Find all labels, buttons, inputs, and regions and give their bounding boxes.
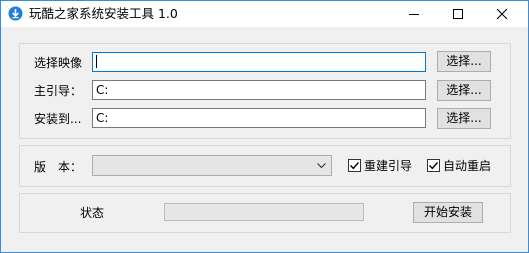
install-progress-bar xyxy=(164,203,364,221)
rebuild-boot-label[interactable]: 重建引导 xyxy=(364,158,412,174)
browse-boot-button[interactable]: 选择... xyxy=(437,80,491,101)
close-button[interactable] xyxy=(480,1,524,27)
maximize-icon xyxy=(453,9,463,19)
installer-window: 玩酷之家系统安装工具 1.0 选择映像 选择... 主引导： C: 选择... … xyxy=(0,0,529,253)
checkmark-icon xyxy=(350,162,360,170)
text-cursor xyxy=(96,55,97,68)
minimize-button[interactable] xyxy=(392,1,436,27)
boot-label: 主引导： xyxy=(34,84,83,98)
minimize-icon xyxy=(409,14,419,15)
auto-restart-checkbox[interactable] xyxy=(427,159,440,172)
maximize-button[interactable] xyxy=(436,1,480,27)
install-label: 安装到... xyxy=(34,112,82,126)
browse-install-button[interactable]: 选择... xyxy=(437,108,491,129)
boot-path-input[interactable]: C: xyxy=(92,80,426,100)
image-label: 选择映像 xyxy=(34,56,83,70)
title-bar[interactable]: 玩酷之家系统安装工具 1.0 xyxy=(1,1,528,27)
install-path-input[interactable]: C: xyxy=(92,108,426,128)
window-title: 玩酷之家系统安装工具 1.0 xyxy=(29,6,178,21)
auto-restart-label[interactable]: 自动重启 xyxy=(443,158,491,174)
chevron-down-icon xyxy=(317,163,326,169)
status-label: 状态 xyxy=(80,206,105,220)
browse-image-button[interactable]: 选择... xyxy=(437,51,491,72)
image-path-input[interactable] xyxy=(92,52,426,72)
rebuild-boot-checkbox[interactable] xyxy=(348,159,361,172)
version-label: 版 本： xyxy=(34,160,83,174)
version-select[interactable] xyxy=(92,155,332,176)
start-install-button[interactable]: 开始安装 xyxy=(413,202,483,223)
download-arrow-icon xyxy=(8,6,23,21)
close-icon xyxy=(497,9,507,19)
checkmark-icon xyxy=(429,162,439,170)
